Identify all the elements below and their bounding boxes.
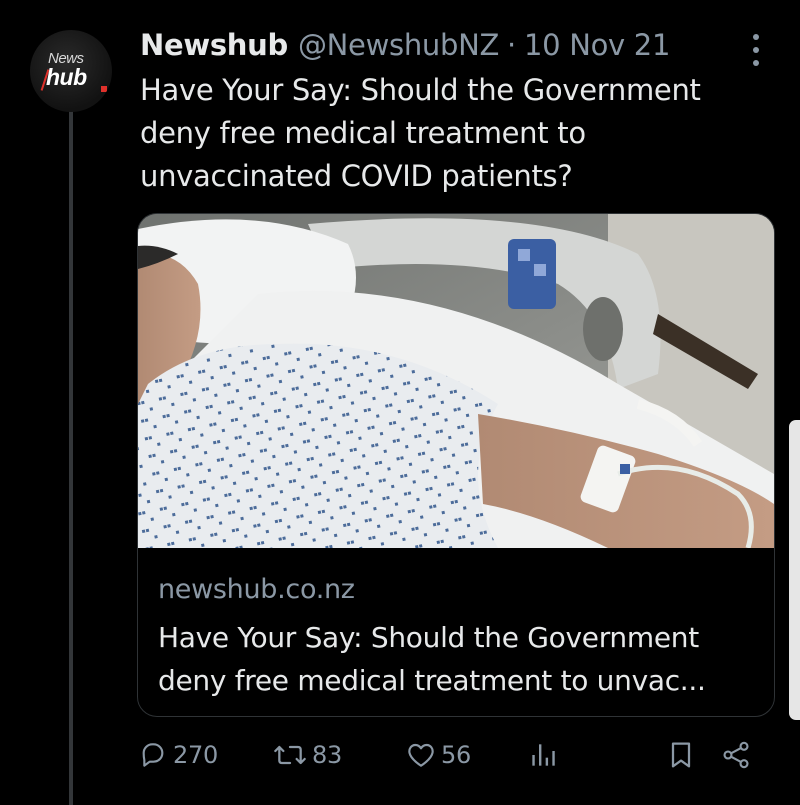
like-button[interactable]: 56 xyxy=(405,738,471,772)
heart-icon xyxy=(408,743,434,767)
user-handle[interactable]: @NewshubNZ xyxy=(298,27,499,63)
logo-dot xyxy=(101,86,107,92)
reply-icon xyxy=(142,743,164,767)
hospital-patient-image xyxy=(138,214,774,548)
reply-button[interactable]: 270 xyxy=(137,738,218,772)
avatar-logo-bottom: hub xyxy=(46,64,87,90)
retweet-count: 83 xyxy=(312,741,342,769)
action-bar: 270 83 56 xyxy=(0,730,800,780)
share-icon xyxy=(723,741,749,769)
share-button[interactable] xyxy=(720,738,752,772)
bookmark-icon xyxy=(671,742,691,768)
tweet-header: Newshub @NewshubNZ · 10 Nov 21 xyxy=(140,27,670,63)
card-image[interactable] xyxy=(138,214,774,548)
bookmark-button[interactable] xyxy=(665,738,697,772)
card-domain[interactable]: newshub.co.nz xyxy=(158,574,355,605)
avatar[interactable]: News hub xyxy=(30,30,112,112)
more-vertical-icon[interactable] xyxy=(748,34,764,66)
link-card[interactable]: newshub.co.nz Have Your Say: Should the … xyxy=(137,213,775,717)
tweet-text: Have Your Say: Should the Government den… xyxy=(140,73,701,193)
thread-line xyxy=(69,108,73,805)
like-count: 56 xyxy=(441,741,471,769)
display-name[interactable]: Newshub xyxy=(140,27,288,63)
tweet-date[interactable]: 10 Nov 21 xyxy=(524,27,670,63)
separator: · xyxy=(507,28,516,62)
analytics-icon xyxy=(532,744,555,766)
retweet-button[interactable]: 83 xyxy=(272,738,342,772)
tweet[interactable]: News hub Newshub @NewshubNZ · 10 Nov 21 … xyxy=(0,0,800,805)
reply-count: 270 xyxy=(173,741,218,769)
scrollbar[interactable] xyxy=(789,420,800,720)
retweet-icon xyxy=(274,745,306,765)
card-title[interactable]: Have Your Say: Should the Government den… xyxy=(158,616,758,702)
views-button[interactable] xyxy=(527,738,559,772)
